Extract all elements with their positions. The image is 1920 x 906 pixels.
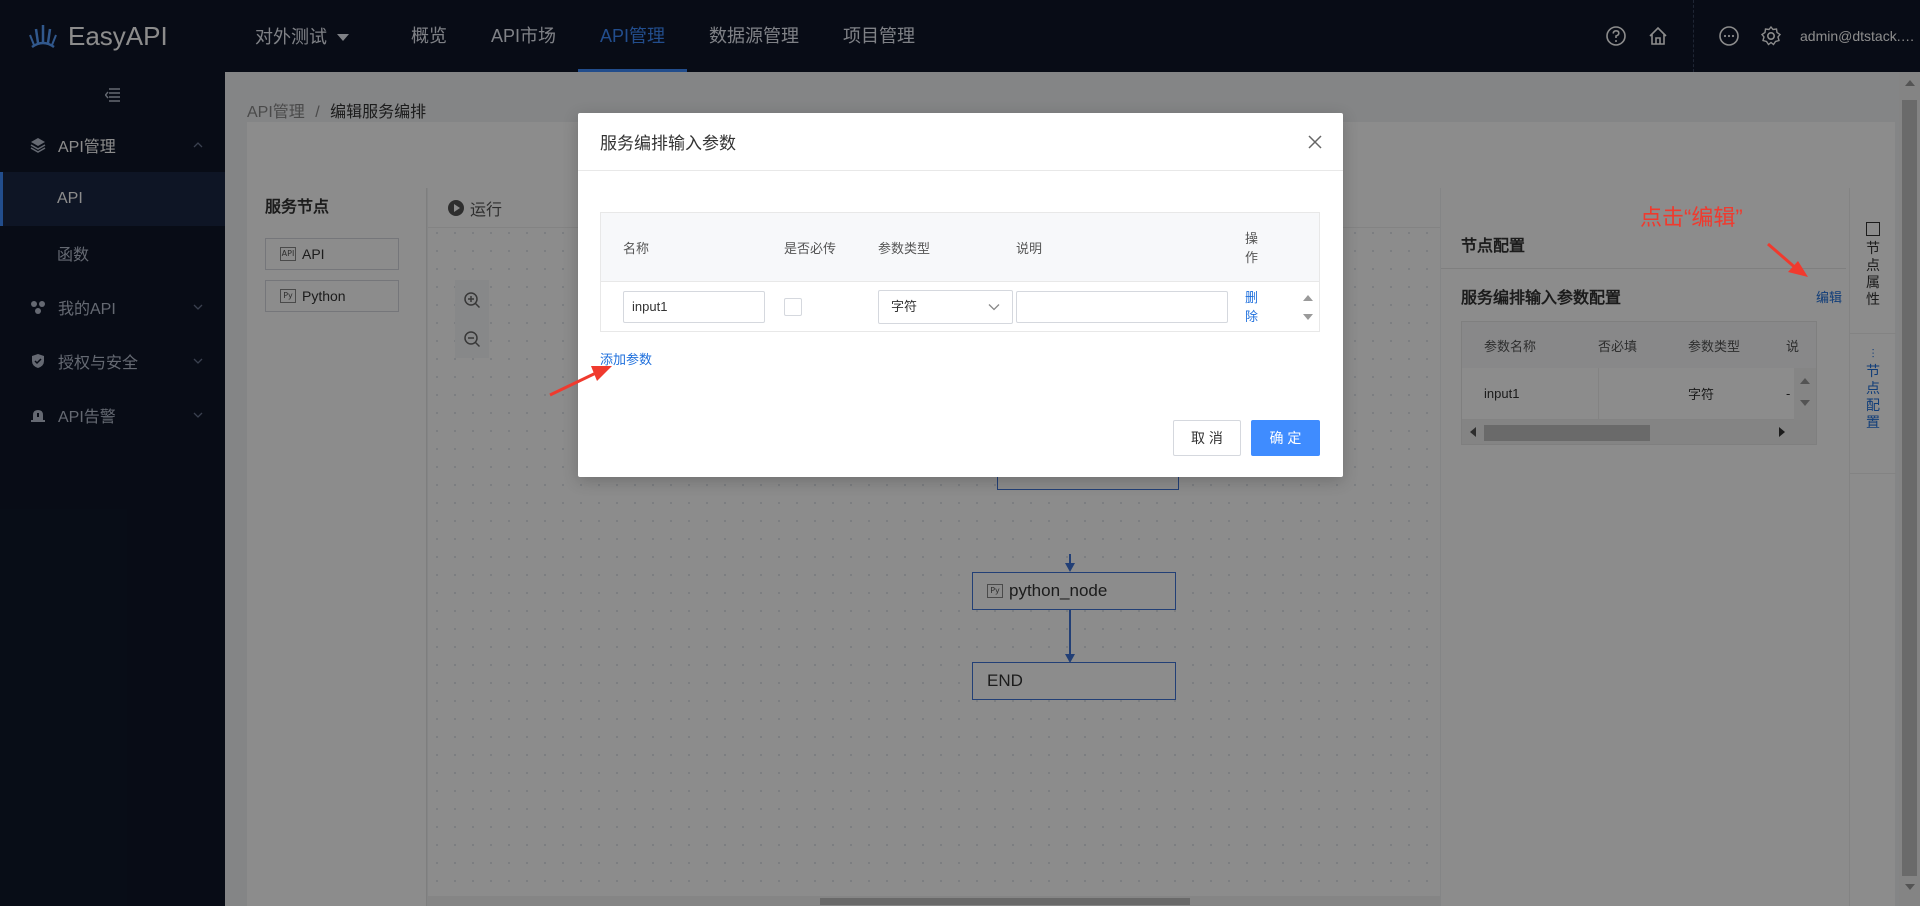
delete-param-link[interactable]: 删除 bbox=[1245, 288, 1261, 326]
required-checkbox[interactable] bbox=[784, 298, 802, 316]
param-type-value: 字符 bbox=[891, 299, 918, 314]
add-param-link[interactable]: 添加参数 bbox=[600, 349, 652, 368]
cancel-button[interactable]: 取 消 bbox=[1173, 420, 1241, 456]
modal-title: 服务编排输入参数 bbox=[578, 113, 1343, 171]
params-table: 名称 是否必传 参数类型 说明 操作 input1 字符 删除 bbox=[600, 212, 1320, 332]
table-vertical-scrollbar[interactable] bbox=[1297, 282, 1319, 332]
column-header-name: 名称 bbox=[623, 241, 650, 256]
annotation-click-edit: 点击“编辑” bbox=[1640, 205, 1743, 230]
scroll-down-icon[interactable] bbox=[1303, 313, 1313, 320]
param-name-input[interactable]: input1 bbox=[623, 291, 765, 323]
column-header-type: 参数类型 bbox=[878, 241, 931, 256]
param-type-select[interactable]: 字符 bbox=[878, 290, 1013, 324]
chevron-down-icon bbox=[988, 304, 1000, 311]
table-header: 名称 是否必传 参数类型 说明 操作 bbox=[601, 213, 1319, 282]
param-desc-input[interactable] bbox=[1016, 291, 1228, 323]
table-row: input1 字符 删除 bbox=[601, 282, 1319, 332]
column-header-operation: 操作 bbox=[1245, 230, 1259, 265]
scroll-up-icon[interactable] bbox=[1303, 294, 1313, 301]
confirm-button[interactable]: 确 定 bbox=[1251, 420, 1320, 456]
input-params-modal: 服务编排输入参数 名称 是否必传 参数类型 说明 操作 input1 字符 删除 bbox=[578, 113, 1343, 477]
column-header-required: 是否必传 bbox=[784, 241, 837, 256]
close-icon[interactable] bbox=[1307, 134, 1323, 150]
column-header-desc: 说明 bbox=[1016, 241, 1043, 256]
